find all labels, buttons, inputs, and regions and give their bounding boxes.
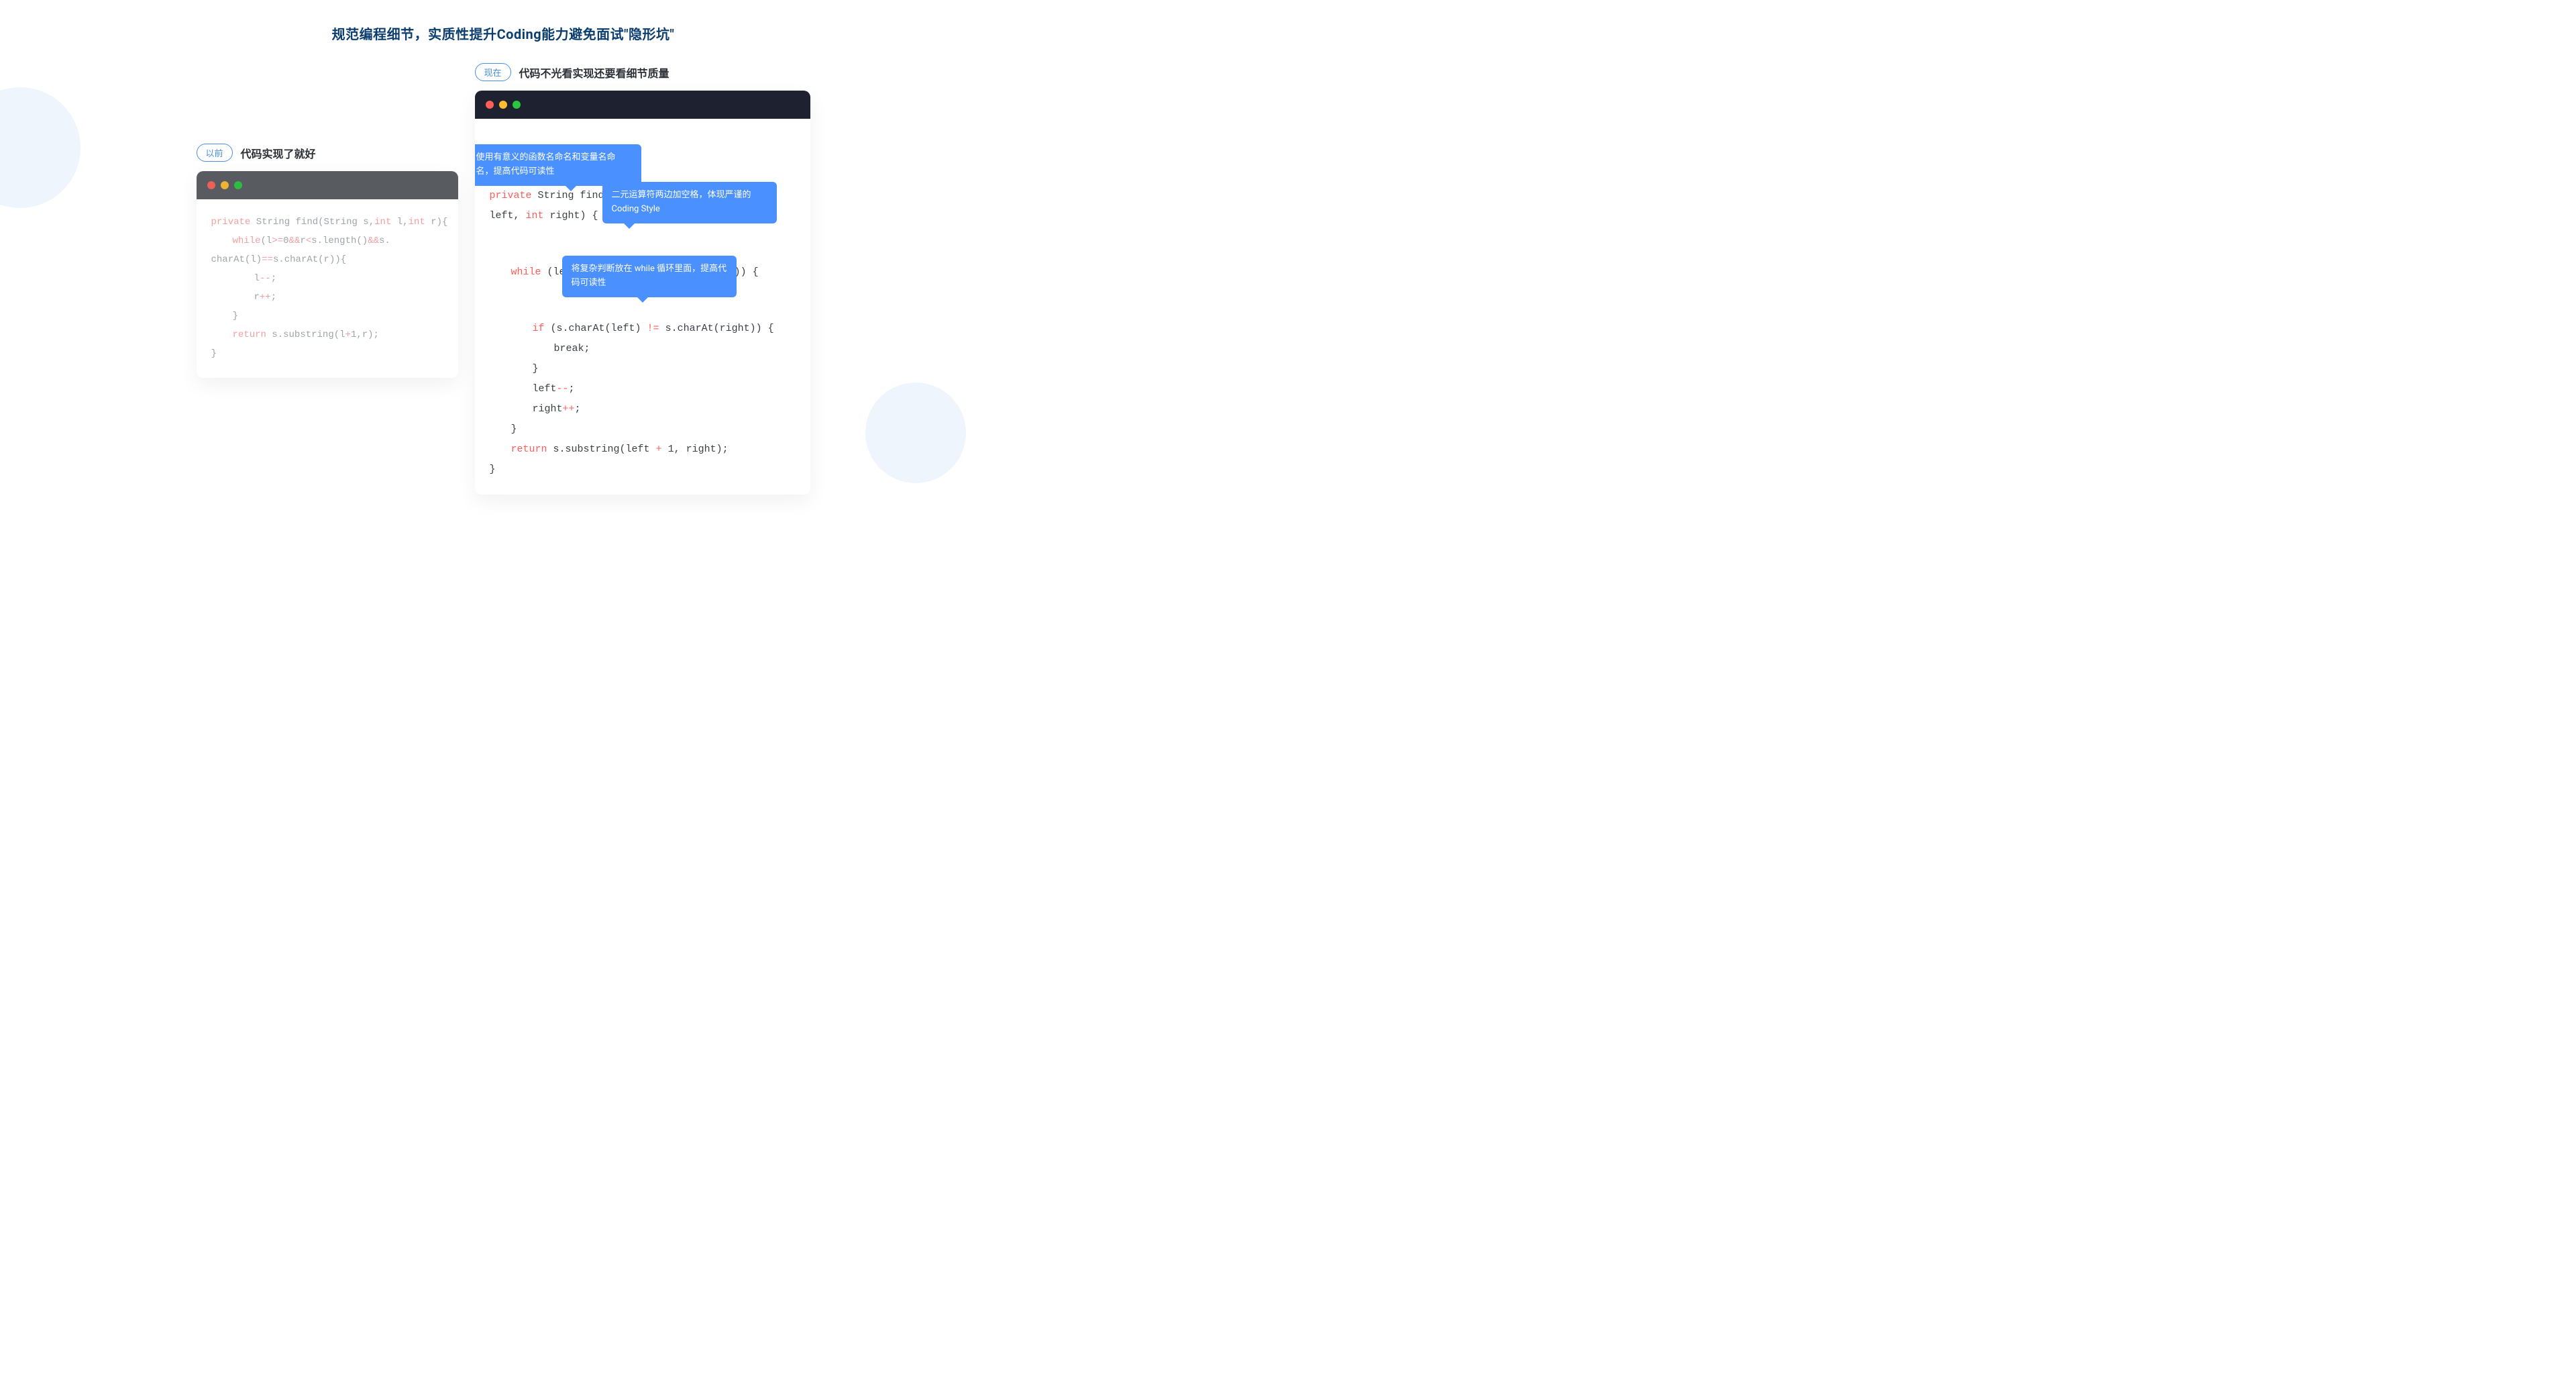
code-line: l--;: [211, 269, 443, 288]
minimize-icon: [221, 181, 229, 189]
maximize-icon: [513, 101, 521, 109]
page-title: 规范编程细节，实质性提升Coding能力避免面试"隐形坑": [0, 0, 1006, 43]
now-code: 使用有意义的函数名命名和变量名命名，提高代码可读性 二元运算符两边加空格，体现严…: [475, 119, 810, 495]
close-icon: [486, 101, 494, 109]
code-line: }: [211, 344, 443, 363]
close-icon: [207, 181, 215, 189]
code-line: left--;: [490, 379, 796, 399]
before-code: private String find(String s,int l,int r…: [197, 199, 458, 378]
code-line: }: [490, 359, 796, 379]
now-header: 现在 代码不光看实现还要看细节质量: [475, 63, 810, 81]
code-line: r++;: [211, 288, 443, 307]
before-pill: 以前: [197, 144, 233, 162]
code-line: }: [490, 419, 796, 440]
callout-while: 将复杂判断放在 while 循环里面，提高代码可读性: [562, 256, 737, 297]
code-line: charAt(l)==s.charAt(r)){: [211, 250, 443, 269]
comparison-columns: 以前 代码实现了就好 private String find(String s,…: [0, 43, 1006, 495]
callout-spacing: 二元运算符两边加空格，体现严谨的Coding Style: [602, 182, 777, 223]
minimize-icon: [499, 101, 507, 109]
now-editor-titlebar: [475, 91, 810, 119]
code-line: break;: [490, 339, 796, 359]
callout-naming: 使用有意义的函数名命名和变量名命名，提高代码可读性: [475, 144, 641, 186]
before-column: 以前 代码实现了就好 private String find(String s,…: [197, 144, 458, 378]
code-line: return s.substring(left + 1, right);: [490, 440, 796, 460]
before-header: 以前 代码实现了就好: [197, 144, 458, 162]
before-editor: private String find(String s,int l,int r…: [197, 171, 458, 378]
now-heading: 代码不光看实现还要看细节质量: [519, 64, 669, 81]
now-column: 现在 代码不光看实现还要看细节质量 使用有意义的函数名命名和变量名命名，提高代码…: [475, 63, 810, 495]
code-line: private String find(String s,int l,int r…: [211, 213, 443, 232]
before-heading: 代码实现了就好: [241, 145, 316, 161]
now-editor: 使用有意义的函数名命名和变量名命名，提高代码可读性 二元运算符两边加空格，体现严…: [475, 91, 810, 495]
code-line: right++;: [490, 399, 796, 419]
code-line: }: [211, 307, 443, 325]
code-line: while(l>=0&&r<s.length()&&s.: [211, 232, 443, 250]
before-editor-titlebar: [197, 171, 458, 199]
code-line: }: [490, 460, 796, 480]
now-pill: 现在: [475, 63, 511, 81]
maximize-icon: [234, 181, 242, 189]
code-line: return s.substring(l+1,r);: [211, 325, 443, 344]
code-line: if (s.charAt(left) != s.charAt(right)) {: [490, 319, 796, 339]
